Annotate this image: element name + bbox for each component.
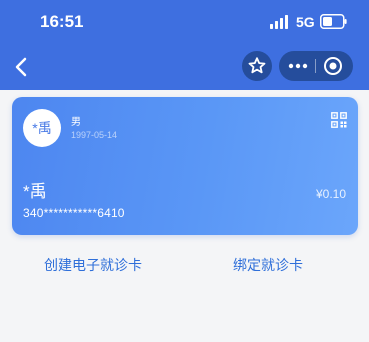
more-dots-icon[interactable] bbox=[279, 51, 315, 81]
avatar: *禹 bbox=[23, 109, 61, 147]
battery-icon bbox=[320, 14, 347, 29]
patient-gender: 男 bbox=[71, 117, 81, 128]
create-e-card-button[interactable]: 创建电子就诊卡 bbox=[44, 255, 142, 275]
id-number: 340***********6410 bbox=[23, 206, 125, 220]
patient-birthdate: 1997-05-14 bbox=[71, 130, 118, 140]
card-balance: ¥0.10 bbox=[315, 187, 346, 201]
chevron-left-icon[interactable] bbox=[8, 53, 36, 81]
mini-program-capsule bbox=[279, 51, 353, 81]
status-time: 16:51 bbox=[40, 12, 84, 31]
patient-name: *禹 bbox=[23, 182, 47, 201]
phone-screen: 16:51 5G *禹 男 1997-05-14 *禹 ¥0.10 340***… bbox=[0, 0, 369, 342]
favorite-button[interactable] bbox=[242, 51, 272, 81]
star-icon bbox=[248, 57, 266, 74]
qr-code-icon[interactable] bbox=[331, 112, 347, 128]
top-header: 16:51 5G bbox=[0, 0, 369, 90]
signal-icon bbox=[270, 15, 288, 29]
medical-card[interactable]: *禹 男 1997-05-14 *禹 ¥0.10 340***********6… bbox=[12, 97, 358, 235]
network-type: 5G bbox=[296, 14, 315, 30]
bind-card-button[interactable]: 绑定就诊卡 bbox=[233, 255, 303, 275]
target-circle-icon[interactable] bbox=[315, 51, 353, 81]
